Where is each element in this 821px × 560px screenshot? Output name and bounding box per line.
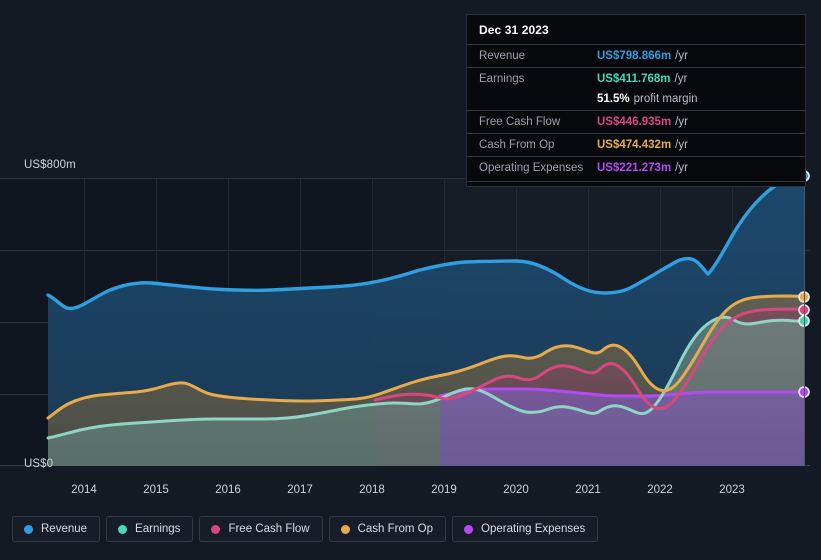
tooltip-value-operating-expenses: US$221.273m	[597, 162, 672, 174]
tooltip-row-free-cash-flow: Free Cash Flow US$446.935m /yr	[467, 110, 805, 133]
legend-dot-icon	[211, 524, 221, 534]
legend-item-earnings[interactable]: Earnings	[106, 516, 194, 542]
legend-label: Free Cash Flow	[228, 523, 310, 535]
legend-dot-icon	[340, 524, 350, 534]
legend-item-free-cash-flow[interactable]: Free Cash Flow	[199, 516, 323, 542]
x-axis-label-2021: 2021	[575, 484, 601, 496]
x-axis-label-2023: 2023	[719, 484, 745, 496]
tooltip-value-earnings: US$411.768m	[597, 73, 671, 85]
tooltip-value-cash-from-op: US$474.432m	[597, 139, 672, 151]
tooltip-label-free-cash-flow: Free Cash Flow	[479, 116, 561, 128]
tooltip-unit-earnings: /yr	[674, 73, 688, 85]
y-axis-top-label: US$800m	[24, 159, 76, 171]
x-axis-label-2014: 2014	[71, 484, 97, 496]
x-axis-label-2020: 2020	[503, 484, 529, 496]
tooltip-label-operating-expenses: Operating Expenses	[479, 162, 584, 174]
legend-label: Revenue	[41, 523, 88, 535]
tooltip-row-profit-margin: 51.5% profit margin	[467, 90, 805, 110]
tooltip-row-earnings: Earnings US$411.768m /yr	[467, 67, 805, 90]
tooltip-unit-free-cash-flow: /yr	[675, 116, 688, 128]
x-axis-label-2018: 2018	[359, 484, 385, 496]
legend-item-revenue[interactable]: Revenue	[12, 516, 101, 542]
tooltip-value-free-cash-flow: US$446.935m	[597, 116, 672, 128]
chart-screen: US$800m US$0 2014 2015 2016 2017 2018 2019 202…	[0, 0, 821, 560]
tooltip-unit-revenue: /yr	[675, 50, 688, 62]
legend-label: Cash From Op	[357, 523, 434, 535]
chart-legend: Revenue Earnings Free Cash Flow Cash From O…	[12, 516, 599, 542]
x-axis-label-2022: 2022	[647, 484, 673, 496]
y-axis-zero-label: US$0	[24, 458, 54, 470]
tooltip-date: Dec 31 2023	[479, 23, 549, 37]
x-axis-label-2016: 2016	[215, 484, 241, 496]
tooltip-label-cash-from-op: Cash From Op	[479, 139, 555, 151]
tooltip-row-operating-expenses: Operating Expenses US$221.273m /yr	[467, 156, 805, 179]
legend-dot-icon	[464, 524, 474, 534]
tooltip-unit-cash-from-op: /yr	[675, 139, 688, 151]
legend-dot-icon	[24, 524, 33, 534]
legend-dot-icon	[118, 524, 128, 534]
x-axis-label-2019: 2019	[431, 484, 457, 496]
legend-label: Operating Expenses	[481, 523, 586, 535]
legend-item-operating-expenses[interactable]: Operating Expenses	[452, 516, 599, 542]
x-axis: 2014 2015 2016 2017 2018 2019 2020 2021 2022 2023	[0, 484, 821, 502]
x-axis-label-2015: 2015	[143, 484, 169, 496]
tooltip-bottom-divider	[467, 181, 805, 182]
legend-item-cash-from-op[interactable]: Cash From Op	[328, 516, 447, 542]
tooltip-value-profit-margin: 51.5%	[597, 93, 630, 105]
tooltip-row-cash-from-op: Cash From Op US$474.432m /yr	[467, 133, 805, 156]
tooltip-row-revenue: Revenue US$798.866m /yr	[467, 44, 805, 67]
legend-label: Earnings	[135, 523, 181, 535]
tooltip-label-earnings: Earnings	[479, 73, 525, 85]
data-tooltip: Dec 31 2023 Revenue US$798.866m /yr Earn…	[466, 14, 806, 187]
x-axis-label-2017: 2017	[287, 484, 313, 496]
tooltip-unit-operating-expenses: /yr	[675, 162, 688, 174]
tooltip-label-revenue: Revenue	[479, 50, 526, 62]
tooltip-text-profit-margin: profit margin	[633, 93, 698, 105]
tooltip-value-revenue: US$798.866m	[597, 50, 672, 62]
operating-expenses-area	[440, 389, 804, 466]
